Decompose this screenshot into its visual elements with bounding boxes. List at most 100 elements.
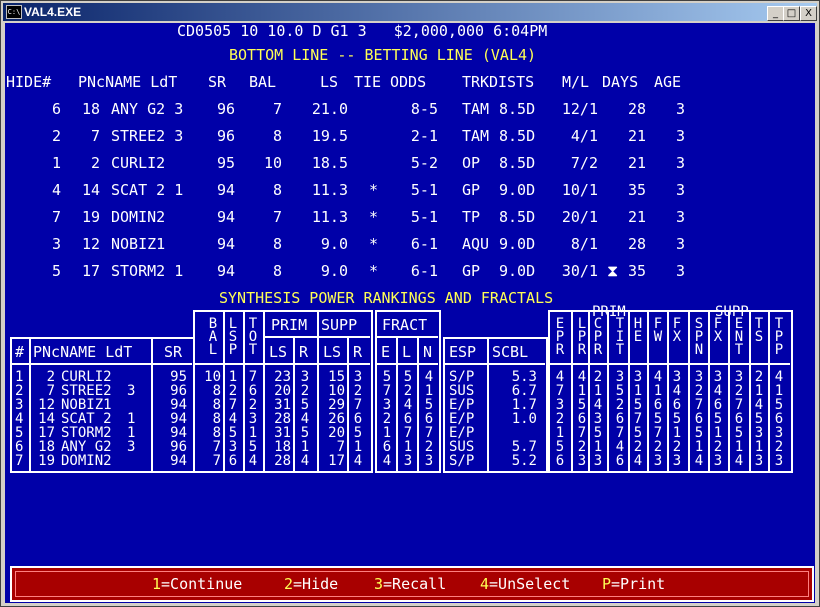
function-key-2[interactable]: 2=Hide	[284, 575, 338, 593]
betting-row[interactable]: 1 2 CURLI2 95 10 18.5 5-2 OP 8.5D 7/2 21 3	[5, 154, 805, 172]
ls-cell: 11.3	[311, 208, 348, 226]
supp-ls-cell: 29	[328, 397, 345, 413]
fract-l-cell: 4	[403, 397, 413, 413]
minimize-button[interactable]: _	[767, 6, 784, 21]
sr-cell: 96	[216, 100, 235, 118]
ls-cell: 18.5	[311, 154, 348, 172]
scbl-cell: 1.0	[511, 411, 537, 427]
component-header: CPR	[593, 316, 603, 358]
synthesis-row[interactable]: 7 19 DOMIN2 94 7 6 4 28 4 17 4 4 3 3 S/P 5.2 6 3 3 6 4 3 3 4 3 4 3…	[5, 454, 805, 468]
component-rank-cell: 3	[593, 411, 603, 427]
title-bar[interactable]: C:\ VAL4.EXE _ □ X	[3, 3, 817, 21]
program-number: 17	[38, 425, 55, 441]
scbl-cell: 1.7	[511, 397, 537, 413]
tot-header: TOT	[248, 316, 258, 358]
component-rank-cell: 7	[694, 397, 704, 413]
bal-cell: 8	[212, 397, 221, 413]
fract-n-cell: 2	[424, 439, 434, 455]
age-cell: 3	[675, 181, 685, 199]
bal-cell: 10	[204, 369, 221, 385]
morning-line-cell: 20/1	[561, 208, 598, 226]
rank-number: 2	[15, 383, 24, 399]
component-rank-cell: 1	[774, 383, 784, 399]
component-rank-cell: 5	[633, 397, 643, 413]
betting-row[interactable]: 5 17 STORM2 1 94 8 9.0 * 6-1 GP 9.0D 30/1 35 3	[5, 262, 805, 280]
betting-row[interactable]: 3 12 NOBIZ1 94 8 9.0 * 6-1 AQU 9.0D 8/1 28 3	[5, 235, 805, 253]
prim-ls-cell: 28	[274, 411, 291, 427]
horse-name: DOMIN2	[111, 208, 166, 226]
tot-cell: 7	[248, 369, 258, 385]
sr-cell: 96	[170, 383, 187, 399]
synthesis-row[interactable]: 6 18 ANY G2 3 96 7 3 5 18 1 7 1 6 1 2 SUS 5.7 5 2 1 4 2 2 2 1 2 1 1…	[5, 440, 805, 454]
synthesis-row[interactable]: 5 17 STORM2 1 94 8 5 1 31 5 20 5 1 7 7 E/P 1 7 5 7 5 7 1 5 1 5 3 3	[5, 426, 805, 440]
report-title: BOTTOM LINE -- BETTING LINE (VAL4)	[229, 46, 537, 64]
supp-ls-cell: 10	[328, 383, 345, 399]
horse-name: NOBIZ1	[111, 235, 166, 253]
horse-name: ANY G2 3	[111, 100, 184, 118]
fract-n-cell: 1	[424, 383, 434, 399]
betting-row[interactable]: 7 19 DOMIN2 94 7 11.3 * 5-1 TP 8.5D 20/1 21 3	[5, 208, 805, 226]
component-rank-cell: 1	[672, 425, 682, 441]
odds-cell: 6-1	[410, 235, 438, 253]
days-cell: 35	[627, 262, 646, 280]
component-rank-cell: 5	[774, 397, 784, 413]
program-number: 17	[81, 262, 100, 280]
scbl-cell: 5.2	[511, 453, 537, 469]
function-key-1[interactable]: 1=Continue	[152, 575, 242, 593]
function-key-4[interactable]: 4=UnSelect	[480, 575, 570, 593]
distance-cell: 8.5D	[499, 208, 536, 226]
tie-cell: *	[369, 208, 379, 226]
fract-e-cell: 3	[382, 397, 392, 413]
track-cell: TAM	[462, 127, 490, 145]
fract-e-cell: 4	[382, 453, 392, 469]
fract-n-cell: 4	[424, 369, 434, 385]
supp-ls-cell: 26	[328, 411, 345, 427]
odds-header: ODDS	[390, 73, 427, 91]
age-cell: 3	[675, 127, 685, 145]
betting-row[interactable]: 2 7 STREE2 3 96 8 19.5 2-1 TAM 8.5D 4/1 21 3	[5, 127, 805, 145]
function-key-3[interactable]: 3=Recall	[374, 575, 446, 593]
pncname-ldt-header: PNcNAME LdT	[33, 343, 133, 361]
lsp-cell: 5	[228, 425, 238, 441]
component-rank-cell: 1	[754, 439, 764, 455]
hide-header: HIDE#	[6, 73, 52, 91]
age-cell: 3	[675, 235, 685, 253]
prim-ls-cell: 20	[274, 383, 291, 399]
component-rank-cell: 5	[734, 425, 744, 441]
component-rank-cell: 5	[593, 425, 603, 441]
component-header: TPP	[774, 316, 784, 358]
synthesis-row[interactable]: 4 14 SCAT 2 1 94 8 4 3 28 4 26 6 2 6 6 E/P 1.0 2 6 3 6 7 5 5 6 5 6…	[5, 412, 805, 426]
tot-cell: 4	[248, 453, 258, 469]
function-key-p[interactable]: P=Print	[602, 575, 665, 593]
esp-cell: SUS	[449, 383, 475, 399]
bal-cell: 10	[263, 154, 282, 172]
component-header: FW	[653, 316, 663, 345]
days-cell: 35	[627, 181, 646, 199]
console-screen[interactable]: CD0505 10 10.0 D G1 3 $2,000,000 6:04PM …	[5, 23, 815, 603]
hourglass-cursor-icon: ⧗	[607, 261, 619, 280]
supp-header: SUPP	[321, 316, 358, 334]
close-button[interactable]: X	[800, 6, 817, 21]
tie-cell: *	[369, 262, 379, 280]
betting-row[interactable]: 6 18 ANY G2 3 96 7 21.0 8-5 TAM 8.5D 12/1 28 3	[5, 100, 805, 118]
bal-cell: 7	[272, 208, 282, 226]
fract-l-header: L	[402, 343, 412, 361]
synthesis-row[interactable]: 1 2 CURLI2 95 10 1 7 23 3 15 3 5 5 4 S/P 5.3 4 4 2 3 3 4 3 3 3 3 2…	[5, 370, 805, 384]
synthesis-row[interactable]: 3 12 NOBIZ1 94 8 7 2 31 5 29 7 3 4 5 E/P 1.7 3 5 4 2 5 6 6 7 6 7 4…	[5, 398, 805, 412]
ml-header: M/L	[562, 73, 590, 91]
odds-cell: 2-1	[410, 127, 438, 145]
morning-line-cell: 7/2	[570, 154, 598, 172]
horse-name: STREE2 3	[111, 127, 184, 145]
prim-ls-cell: 28	[274, 453, 291, 469]
odds-cell: 6-1	[410, 262, 438, 280]
bal-cell: 8	[272, 262, 282, 280]
synthesis-row[interactable]: 2 7 STREE2 3 96 8 2 6 20 2 10 2 7 2 1 SUS 6.7 7 1 1 5 1 1 4 2 4 2 1…	[5, 384, 805, 398]
component-rank-cell: 5	[633, 425, 643, 441]
maximize-button[interactable]: □	[783, 6, 800, 21]
component-rank-cell: 2	[615, 397, 625, 413]
component-rank-cell: 4	[754, 397, 764, 413]
fract-e-cell: 6	[382, 439, 392, 455]
betting-row[interactable]: 4 14 SCAT 2 1 94 8 11.3 * 5-1 GP 9.0D 10/1 35 3	[5, 181, 805, 199]
key-label: P	[602, 575, 612, 593]
days-cell: 28	[627, 100, 646, 118]
